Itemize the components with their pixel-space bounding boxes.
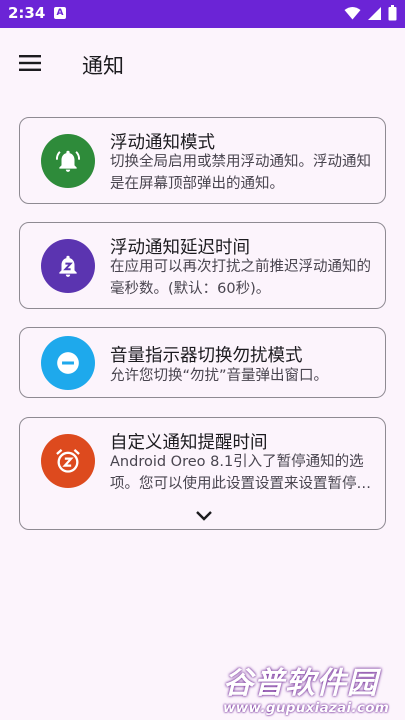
setting-description: Android Oreo 8.1引入了暂停通知的选项。您可以使用此设置设置来设置… — [110, 454, 371, 492]
setting-description: 在应用可以再次打扰之前推迟浮动通知的毫秒数。(默认：60秒)。 — [110, 259, 371, 297]
wifi-icon — [344, 7, 361, 20]
bell-alert-icon — [55, 150, 81, 172]
setting-card-volume-dnd-toggle[interactable]: 音量指示器切换勿扰模式 允许您切换“勿扰”音量弹出窗口。 — [19, 327, 386, 398]
setting-icon-circle — [41, 239, 95, 293]
setting-icon-circle — [41, 134, 95, 188]
watermark-title: 谷普软件园 — [223, 666, 378, 701]
battery-icon — [388, 5, 397, 21]
setting-card-custom-snooze-time[interactable]: 自定义通知提醒时间 Android Oreo 8.1引入了暂停通知的选项。您可以… — [19, 417, 386, 530]
setting-card-floating-notification-delay[interactable]: 浮动通知延迟时间 在应用可以再次打扰之前推迟浮动通知的毫秒数。(默认：60秒)。 — [19, 222, 386, 309]
chevron-down-icon[interactable] — [195, 510, 213, 522]
alarm-snooze-icon — [56, 449, 80, 473]
watermark-logo: 谷普软件园 www.gupuxiazai.com — [220, 656, 405, 720]
bell-snooze-icon — [59, 255, 77, 277]
setting-description: 允许您切换“勿扰”音量弹出窗口。 — [110, 368, 329, 384]
do-not-disturb-icon — [57, 352, 79, 374]
setting-icon-circle — [41, 336, 95, 390]
status-bar: 2:34 A — [0, 0, 405, 28]
signal-icon — [368, 6, 381, 20]
app-notification-icon: A — [54, 7, 66, 19]
app-bar: 通知 — [0, 28, 405, 98]
setting-description: 切换全局启用或禁用浮动通知。浮动通知是在屏幕顶部弹出的通知。 — [110, 154, 371, 192]
page-title: 通知 — [82, 54, 124, 78]
setting-title: 音量指示器切换勿扰模式 — [110, 346, 303, 366]
status-icons — [344, 5, 397, 21]
status-time: 2:34 — [8, 4, 46, 22]
setting-card-floating-notification-mode[interactable]: 浮动通知模式 切换全局启用或禁用浮动通知。浮动通知是在屏幕顶部弹出的通知。 — [19, 117, 386, 204]
menu-icon[interactable] — [18, 52, 44, 74]
watermark-url: www.gupuxiazai.com — [223, 700, 390, 716]
setting-icon-circle — [41, 434, 95, 488]
